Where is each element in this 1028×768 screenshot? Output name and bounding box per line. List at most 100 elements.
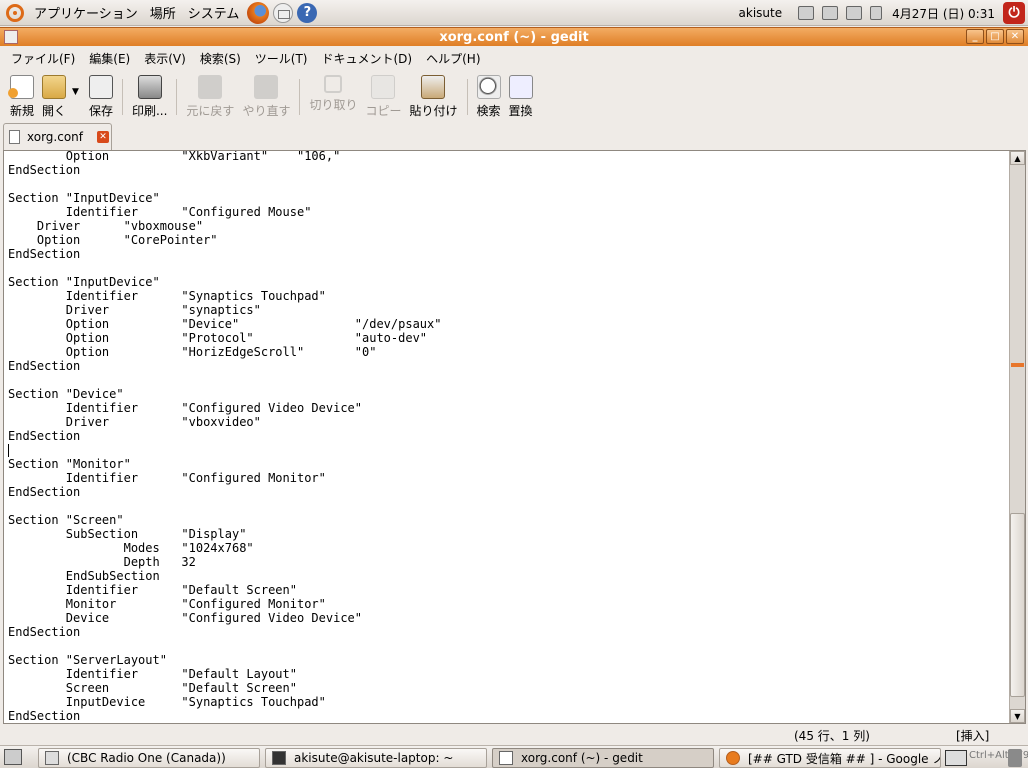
editor-line[interactable]: Identifier "Configured Monitor" [8,471,441,485]
editor-line[interactable]: Section "Device" [8,387,441,401]
editor-line[interactable]: EndSubSection [8,569,441,583]
editor-line[interactable]: EndSection [8,625,441,639]
editor-line[interactable]: EndSection [8,247,441,261]
taskbar-item-radio[interactable]: (CBC Radio One (Canada)) [38,748,260,768]
undo-button[interactable]: 元に戻す [182,71,238,119]
paste-button[interactable]: 貼り付け [405,71,461,119]
editor-line[interactable]: Screen "Default Screen" [8,681,441,695]
editor-line[interactable]: Option "Device" "/dev/psaux" [8,317,442,331]
redo-button[interactable]: やり直す [238,71,294,119]
menu-tools[interactable]: ツール(T) [248,50,315,67]
input-method-icon[interactable] [798,6,815,20]
editor-line[interactable] [8,373,441,387]
text-editor[interactable]: Option "XkbVariant" "106," EndSection Sec… [3,150,1026,724]
editor-line[interactable]: EndSection [8,163,441,177]
print-button[interactable]: 印刷... [128,71,171,119]
copy-button[interactable]: コピー [361,71,405,119]
ubuntu-logo-icon[interactable] [6,3,24,22]
editor-line[interactable]: Identifier "Configured Video Device" [8,401,441,415]
printer-icon[interactable] [846,6,863,20]
editor-line[interactable]: Option "CorePointer" [8,233,441,247]
logout-power-icon[interactable]: ⏻ [1003,2,1025,24]
minimize-button[interactable]: _ [966,29,984,44]
find-button[interactable]: 検索 [473,71,505,119]
editor-line[interactable]: Option "Protocol" "auto-dev" [8,331,441,345]
editor-line[interactable] [8,639,441,653]
window-titlebar[interactable]: xorg.conf (~) - gedit _ □ ✕ [0,27,1028,46]
editor-line[interactable]: InputDevice "Synaptics Touchpad" [8,695,441,709]
menu-applications[interactable]: アプリケーション [28,0,144,26]
help-launcher-icon[interactable]: ? [297,2,318,23]
menu-system[interactable]: システム [182,0,246,26]
editor-line[interactable] [8,499,441,513]
network-icon[interactable] [822,6,839,20]
taskbar-item-terminal[interactable]: akisute@akisute-laptop: ~ [265,748,487,768]
editor-line[interactable]: Driver "vboxvideo" [8,415,441,429]
username[interactable]: akisute [739,6,783,20]
editor-line[interactable]: Device "Configured Video Device" [8,611,441,625]
cut-button[interactable]: 切り取り [305,71,361,113]
editor-line[interactable]: Driver "synaptics" [8,303,441,317]
editor-line[interactable] [8,177,441,191]
editor-text-content[interactable]: Option "XkbVariant" "106," EndSection Sec… [8,151,442,723]
volume-icon[interactable] [870,6,883,20]
editor-line[interactable]: EndSection [8,709,441,723]
scroll-down-icon[interactable]: ▼ [1010,709,1025,723]
editor-line[interactable]: EndSection [8,359,441,373]
editor-line[interactable]: Section "InputDevice" [8,275,441,289]
editor-line[interactable]: Driver "vboxmouse" [8,219,441,233]
menu-documents[interactable]: ドキュメント(D) [315,50,420,67]
vertical-scrollbar[interactable]: ▲ ▼ [1009,151,1025,723]
menubar: ファイル(F) 編集(E) 表示(V) 検索(S) ツール(T) ドキュメント(… [0,46,1028,70]
editor-line[interactable] [8,261,441,275]
maximize-button[interactable]: □ [986,29,1004,44]
mail-launcher-icon[interactable] [273,2,294,23]
editor-line[interactable]: Section "ServerLayout" [8,653,441,667]
menu-edit[interactable]: 編集(E) [82,50,137,67]
editor-line[interactable]: SubSection "Display" [8,527,441,541]
editor-line[interactable]: Identifier "Configured Mouse" [8,205,441,219]
editor-line[interactable]: Modes "1024x768" [8,541,441,555]
editor-line[interactable]: Identifier "Default Layout" [8,667,441,681]
firefox-launcher-icon[interactable] [247,1,270,24]
undo-label: 元に戻す [186,104,235,118]
editor-line[interactable]: Option "HorizEdgeScroll" "0" [8,345,441,359]
toolbar-separator [299,79,301,115]
close-button[interactable]: ✕ [1006,29,1024,44]
trash-icon[interactable] [1008,749,1022,767]
editor-line[interactable]: Depth 32 [8,555,441,569]
menu-search[interactable]: 検索(S) [193,50,248,67]
tab-close-icon[interactable]: ✕ [97,131,109,143]
taskbar-item-gedit[interactable]: xorg.conf (~) - gedit [492,748,714,768]
open-button[interactable]: 開く [38,71,70,119]
editor-line[interactable]: Identifier "Synaptics Touchpad" [8,289,441,303]
workspace-switcher[interactable] [945,750,967,766]
scrollbar-thumb[interactable] [1010,513,1025,697]
open-recent-dropdown-icon[interactable]: ▼ [72,87,79,97]
new-button[interactable]: 新規 [6,71,38,119]
editor-line[interactable]: EndSection [8,429,441,443]
menu-file[interactable]: ファイル(F) [4,50,82,67]
editor-line[interactable]: Identifier "Default Screen" [8,583,441,597]
show-desktop-icon[interactable] [4,749,22,765]
editor-line[interactable]: Section "Monitor" [8,457,441,471]
editor-line[interactable]: Section "InputDevice" [8,191,441,205]
editor-line[interactable]: Option "XkbVariant" "106," [8,151,441,163]
save-button[interactable]: 保存 [85,71,117,119]
find-label: 検索 [476,104,501,118]
window-menu-icon[interactable] [4,30,18,44]
menu-help[interactable]: ヘルプ(H) [419,50,487,67]
editor-line[interactable] [8,443,441,457]
taskbar-item-label: xorg.conf (~) - gedit [521,751,643,765]
menu-places[interactable]: 場所 [144,0,182,26]
replace-button[interactable]: 置換 [505,71,537,119]
menu-view[interactable]: 表示(V) [137,50,193,67]
tab-xorg-conf[interactable]: xorg.conf ✕ [3,123,112,150]
scissors-icon [324,75,343,93]
editor-line[interactable]: Monitor "Configured Monitor" [8,597,441,611]
taskbar-item-firefox[interactable]: [## GTD 受信箱 ## ] - Google ノート... [719,748,941,768]
clock[interactable]: 4月27日 (日) 0:31 [892,5,995,22]
editor-line[interactable]: Section "Screen" [8,513,441,527]
scroll-up-icon[interactable]: ▲ [1010,151,1025,165]
editor-line[interactable]: EndSection [8,485,441,499]
